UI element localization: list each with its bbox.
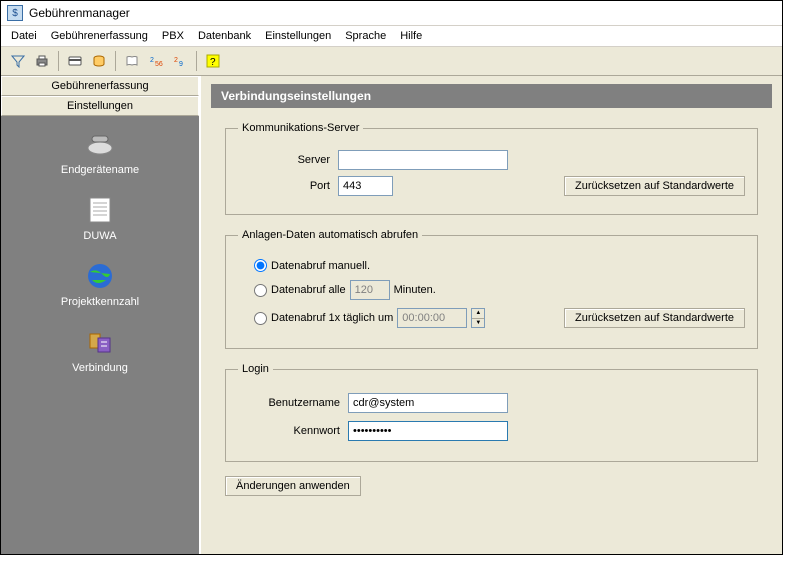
sidebar-item-projektkennzahl[interactable]: Projektkennzahl [61,260,139,308]
sidebar: Gebührenerfassung Einstellungen Endgerät… [1,76,201,554]
port-label: Port [238,180,338,192]
radio-daily-prefix: Datenabruf 1x täglich um [271,312,393,324]
tab-charges[interactable]: Gebührenerfassung [1,76,199,96]
menu-settings[interactable]: Einstellungen [265,30,331,42]
radio-interval-suffix: Minuten. [394,284,436,296]
menubar: Datei Gebührenerfassung PBX Datenbank Ei… [1,26,782,47]
titlebar: $ Gebührenmanager [1,1,782,26]
fieldset-comm-server: Kommunikations-Server Server Port Zurück… [225,122,758,215]
radio-daily[interactable] [254,312,267,325]
password-label: Kennwort [238,425,348,437]
username-input[interactable] [348,393,508,413]
menu-charges[interactable]: Gebührenerfassung [51,30,148,42]
toolbar-separator [58,51,59,71]
svg-text:2: 2 [174,57,178,64]
legend-login: Login [238,363,273,375]
menu-help[interactable]: Hilfe [400,30,422,42]
toolbar-separator [115,51,116,71]
sidebar-item-label: DUWA [83,230,116,242]
db-icon[interactable] [88,50,110,72]
svg-text:?: ? [210,57,216,68]
fieldset-login: Login Benutzername Kennwort [225,363,758,462]
username-label: Benutzername [238,397,348,409]
sidebar-item-label: Endgerätename [61,164,139,176]
toolbar-separator [196,51,197,71]
menu-database[interactable]: Datenbank [198,30,251,42]
connection-icon [84,326,116,358]
menu-file[interactable]: Datei [11,30,37,42]
sidebar-items: Endgerätename DUWA Projektkennzahl Verbi… [1,116,199,554]
menu-language[interactable]: Sprache [345,30,386,42]
book-icon[interactable] [121,50,143,72]
globe-icon [84,260,116,292]
legend-retrieval: Anlagen-Daten automatisch abrufen [238,229,422,241]
print-icon[interactable] [31,50,53,72]
sidebar-item-label: Verbindung [72,362,128,374]
legend-comm: Kommunikations-Server [238,122,363,134]
port-input[interactable] [338,176,393,196]
radio-manual[interactable] [254,259,267,272]
main-panel: Verbindungseinstellungen Kommunikations-… [201,76,782,554]
document-icon [84,194,116,226]
app-icon: $ [7,5,23,21]
sidebar-item-duwa[interactable]: DUWA [83,194,116,242]
window-title: Gebührenmanager [29,6,130,20]
help-icon[interactable]: ? [202,50,224,72]
panel-title: Verbindungseinstellungen [211,84,772,108]
interval-input[interactable] [350,280,390,300]
reset-comm-button[interactable]: Zurücksetzen auf Standardwerte [564,176,745,196]
card-icon[interactable] [64,50,86,72]
fieldset-retrieval: Anlagen-Daten automatisch abrufen Datena… [225,229,758,349]
server-input[interactable] [338,150,508,170]
menu-pbx[interactable]: PBX [162,30,184,42]
svg-text:56: 56 [155,61,163,68]
sidebar-item-endgeraetename[interactable]: Endgerätename [61,128,139,176]
svg-text:9: 9 [179,61,183,68]
sidebar-item-label: Projektkennzahl [61,296,139,308]
svg-text:2: 2 [150,57,154,64]
numbers-icon[interactable]: 256 [145,50,167,72]
time-spinner[interactable]: ▲▼ [471,308,485,328]
panel-body: Kommunikations-Server Server Port Zurück… [211,108,772,546]
daily-time-input[interactable] [397,308,467,328]
app-window: $ Gebührenmanager Datei Gebührenerfassun… [0,0,783,555]
sidebar-item-verbindung[interactable]: Verbindung [72,326,128,374]
server-label: Server [238,154,338,166]
password-input[interactable] [348,421,508,441]
radio-manual-label: Datenabruf manuell. [271,260,370,272]
numbers2-icon[interactable]: 29 [169,50,191,72]
tab-settings[interactable]: Einstellungen [1,96,199,116]
reset-retrieval-button[interactable]: Zurücksetzen auf Standardwerte [564,308,745,328]
phone-icon [84,128,116,160]
content: Gebührenerfassung Einstellungen Endgerät… [1,76,782,554]
apply-button[interactable]: Änderungen anwenden [225,476,361,496]
radio-interval-prefix: Datenabruf alle [271,284,346,296]
toolbar: 256 29 ? [1,47,782,76]
radio-interval[interactable] [254,284,267,297]
filter-icon[interactable] [7,50,29,72]
